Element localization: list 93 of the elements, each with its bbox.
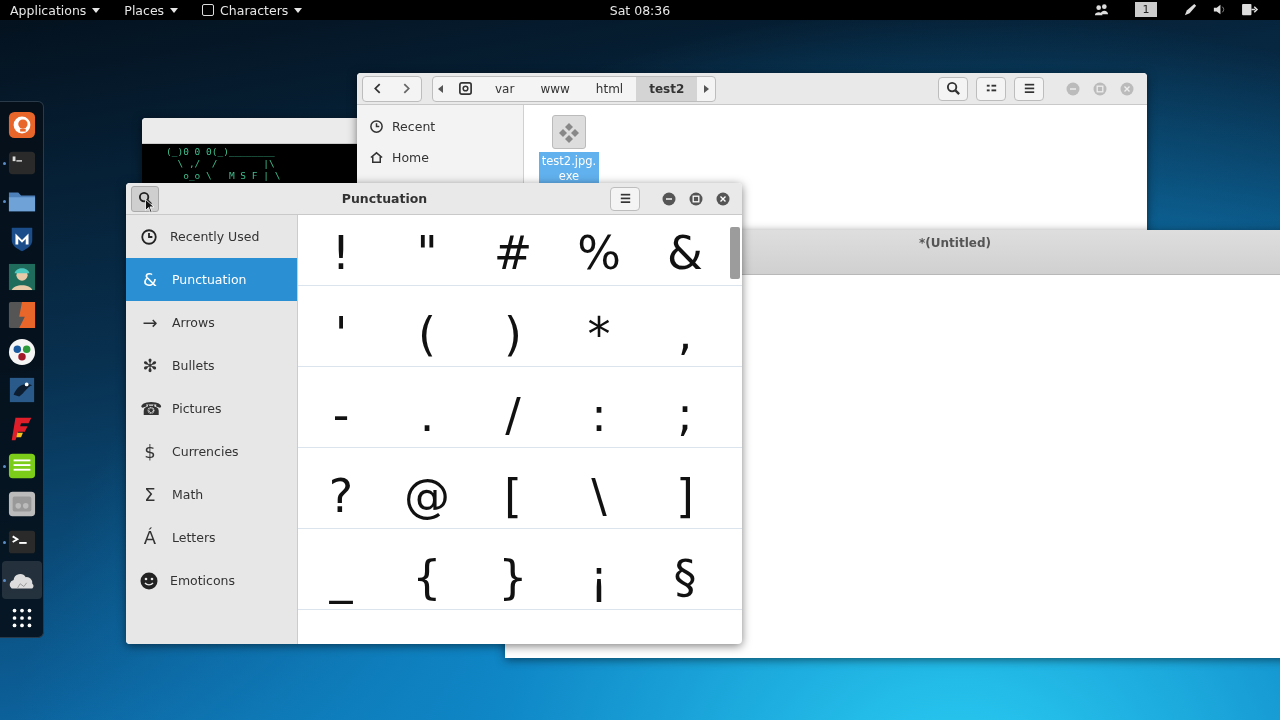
category-symbol: → bbox=[141, 312, 159, 333]
category-symbol: Σ bbox=[143, 484, 157, 505]
path-button[interactable]: test2 bbox=[636, 76, 698, 101]
drive-icon bbox=[458, 81, 473, 96]
forward-icon bbox=[401, 83, 412, 94]
character-tile[interactable]: ( bbox=[418, 304, 436, 364]
mouse-pointer-icon bbox=[145, 198, 154, 213]
caret-icon bbox=[92, 7, 101, 13]
terminal-line: \ ,/ / |\ bbox=[176, 158, 276, 170]
character-tile[interactable]: ] bbox=[676, 466, 694, 526]
dots-circle-icon bbox=[7, 338, 36, 367]
character-tile[interactable]: ? bbox=[328, 466, 354, 526]
split-icon bbox=[7, 300, 36, 329]
path-button[interactable]: www bbox=[527, 76, 583, 101]
right-arrow-icon bbox=[703, 84, 710, 93]
swirl-icon bbox=[7, 110, 36, 139]
character-tile[interactable]: : bbox=[591, 385, 607, 445]
character-tile[interactable]: _ bbox=[329, 547, 353, 607]
panel-icon bbox=[7, 490, 36, 519]
window-title: *(Untitled) bbox=[919, 236, 991, 252]
character-tile[interactable]: [ bbox=[504, 466, 522, 526]
search-button[interactable] bbox=[938, 76, 968, 101]
top-bar-menu[interactable]: Places bbox=[114, 2, 193, 18]
character-tile[interactable]: ' bbox=[334, 304, 348, 364]
app-icon bbox=[202, 4, 215, 16]
character-tile[interactable]: ) bbox=[504, 304, 522, 364]
category-item[interactable]: Á Letters bbox=[126, 516, 297, 559]
category-symbol: & bbox=[141, 269, 158, 290]
figure-icon bbox=[7, 262, 36, 291]
back-icon bbox=[372, 83, 383, 94]
character-tile[interactable]: & bbox=[667, 223, 703, 283]
view-options-button[interactable] bbox=[976, 76, 1006, 101]
character-tile[interactable]: . bbox=[419, 385, 435, 445]
category-item[interactable]: ☎ Pictures bbox=[126, 387, 297, 430]
character-tile[interactable]: ¡ bbox=[589, 547, 609, 607]
character-tile[interactable]: { bbox=[412, 547, 442, 607]
category-item[interactable]: → Arrows bbox=[126, 301, 297, 344]
character-tile[interactable]: @ bbox=[404, 466, 450, 526]
notes-icon bbox=[7, 452, 36, 481]
path-button[interactable]: var bbox=[482, 76, 528, 101]
window-title: Punctuation bbox=[340, 191, 429, 206]
character-tile[interactable]: \ bbox=[591, 466, 607, 526]
category-item[interactable]: $ Currencies bbox=[126, 430, 297, 473]
character-tile[interactable]: ! bbox=[331, 223, 351, 283]
character-tile[interactable]: , bbox=[677, 304, 693, 364]
character-tile[interactable]: ; bbox=[677, 385, 693, 445]
caret-icon bbox=[294, 7, 303, 13]
sidebar-item[interactable]: Recent bbox=[357, 111, 448, 142]
sidebar-item[interactable]: Home bbox=[357, 142, 441, 173]
terminal-line: (_)0 0 0(_)________ bbox=[166, 146, 276, 158]
character-tile[interactable]: } bbox=[498, 547, 528, 607]
character-tile[interactable]: / bbox=[505, 385, 521, 445]
workspace-indicator[interactable]: 1 bbox=[1135, 2, 1157, 17]
category-item[interactable]: & Punctuation bbox=[126, 258, 297, 301]
pen-icon[interactable] bbox=[1183, 2, 1198, 17]
people-icon[interactable] bbox=[1094, 2, 1109, 17]
clock-icon bbox=[140, 227, 158, 246]
top-bar-menu[interactable]: Applications bbox=[0, 2, 115, 18]
close-button[interactable] bbox=[716, 191, 730, 206]
menu-button[interactable] bbox=[610, 186, 640, 211]
path-button[interactable]: html bbox=[582, 76, 637, 101]
character-tile[interactable]: - bbox=[332, 385, 350, 445]
clock-icon bbox=[369, 119, 384, 134]
category-symbol: ✻ bbox=[141, 355, 159, 376]
smiley-icon bbox=[140, 571, 158, 590]
character-tile[interactable]: * bbox=[587, 304, 611, 364]
category-symbol: $ bbox=[143, 441, 157, 462]
search-button[interactable] bbox=[131, 185, 159, 212]
category-symbol: Á bbox=[142, 527, 158, 548]
search-icon bbox=[945, 81, 961, 96]
character-tile[interactable]: # bbox=[493, 223, 533, 283]
category-symbol: ☎ bbox=[140, 398, 160, 419]
caret-icon bbox=[170, 7, 179, 13]
character-tile[interactable]: % bbox=[577, 223, 621, 283]
home-icon bbox=[369, 150, 384, 165]
file-icon[interactable] bbox=[552, 115, 586, 149]
power-icon[interactable] bbox=[1241, 2, 1260, 17]
left-arrow-icon bbox=[438, 84, 444, 93]
top-bar-menu[interactable]: Characters bbox=[192, 2, 317, 18]
category-item[interactable]: Σ Math bbox=[126, 473, 297, 516]
category-item[interactable]: ✻ Bullets bbox=[126, 344, 297, 387]
menu-button[interactable] bbox=[1014, 76, 1044, 101]
maximize-button[interactable] bbox=[689, 191, 703, 206]
terminal-line: o_o \ M S F | \ bbox=[182, 170, 282, 182]
dock-launcher[interactable] bbox=[1, 561, 42, 599]
minimize-button[interactable] bbox=[662, 191, 676, 206]
character-tile[interactable]: § bbox=[673, 547, 697, 607]
category-item[interactable]: Emoticons bbox=[126, 559, 297, 602]
clock[interactable]: Sat 08:36 bbox=[600, 3, 680, 18]
category-item[interactable]: Recently Used bbox=[126, 215, 297, 258]
scrollbar-thumb[interactable] bbox=[730, 227, 740, 279]
character-tile[interactable]: " bbox=[416, 223, 438, 283]
square-icon bbox=[7, 376, 36, 405]
